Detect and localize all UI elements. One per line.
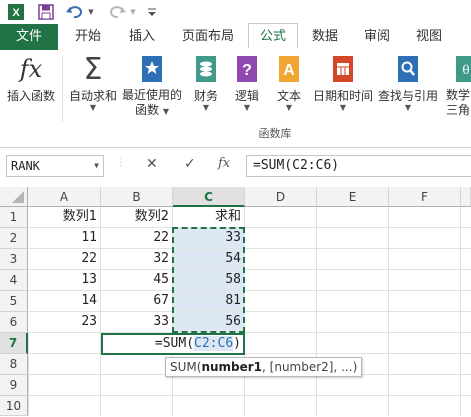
chevron-down-icon[interactable]: ▼ [94,156,99,176]
math-book-icon: θ [454,54,471,84]
chevron-down-icon: ▼ [243,103,251,112]
save-icon[interactable] [36,3,56,21]
cell-b1[interactable]: 数列2 [101,207,173,228]
undo-icon[interactable] [64,3,84,21]
tab-view[interactable]: 视图 [406,24,452,50]
tab-insert[interactable]: 插入 [118,24,166,50]
chevron-down-icon: ▼ [285,103,293,112]
tab-home[interactable]: 开始 [64,24,112,50]
excel-logo-icon[interactable]: X [6,3,26,21]
column-header-f[interactable]: F [389,187,461,207]
logical-button[interactable]: ? 逻辑 ▼ [228,54,266,112]
function-argument-tooltip[interactable]: SUM(number1, [number2], ...) [165,357,363,377]
column-header-c[interactable]: C [173,187,245,207]
ribbon-formulas: fx 插入函数 Σ 自动求和 ▼ 最近使用的 函数 ▼ 财务 ▼ ? 逻辑 ▼ A… [0,50,471,148]
column-header-a[interactable]: A [28,187,101,207]
group-label-function-library: 函数库 [258,127,292,140]
tab-file[interactable]: 文件 [0,24,58,50]
autosum-button[interactable]: Σ 自动求和 ▼ [64,51,122,112]
ribbon-tabs: 文件 开始 插入 页面布局 公式 数据 审阅 视图 [0,23,471,51]
svg-text:θ: θ [462,63,469,77]
row-header-10[interactable]: 10 [0,396,28,416]
cell-a2[interactable]: 11 [28,228,101,249]
formula-input[interactable]: =SUM(C2:C6) [246,155,471,177]
cell-c1[interactable]: 求和 [173,207,245,228]
chevron-down-icon: ▼ [202,103,210,112]
row-header-2[interactable]: 2 [0,228,28,249]
tab-formulas[interactable]: 公式 [248,23,298,49]
formula-text-prefix: =SUM( [154,336,195,351]
recently-used-button[interactable]: 最近使用的 函数 ▼ [120,54,184,119]
cell-b5[interactable]: 67 [101,291,173,312]
row-header-1[interactable]: 1 [0,207,28,228]
quick-access-toolbar: X ▼ ▼ [0,0,471,24]
column-header-g[interactable] [461,187,471,207]
date-time-button[interactable]: 日期和时间 ▼ [310,54,376,112]
column-header-d[interactable]: D [245,187,317,207]
row-header-4[interactable]: 4 [0,270,28,291]
lookup-reference-button[interactable]: 查找与引用 ▼ [376,54,440,112]
text-button[interactable]: A 文本 ▼ [270,54,308,112]
text-book-icon: A [274,54,304,84]
row-header-6[interactable]: 6 [0,312,28,333]
column-header-e[interactable]: E [317,187,389,207]
svg-text:?: ? [242,62,252,79]
name-box[interactable]: RANK ▼ [6,155,104,177]
redo-icon[interactable] [108,3,128,21]
tab-data[interactable]: 数据 [302,24,348,50]
chevron-down-icon: ▼ [89,103,97,112]
formula-text-suffix: ) [233,336,241,351]
undo-dropdown-icon[interactable]: ▼ [86,3,96,21]
sigma-icon: Σ [83,51,103,87]
svg-text:X: X [12,7,20,19]
spreadsheet-grid: A B C D E F 1 2 3 4 5 6 7 8 9 10 数列1 数列2… [0,187,471,416]
math-trig-button[interactable]: θ 数学三角函 [446,54,471,118]
chevron-down-icon: ▼ [404,103,412,112]
cell-b7-editing[interactable]: =SUM(C2:C6) [101,333,245,355]
cell-b2[interactable]: 22 [101,228,173,249]
formula-range-ref: C2:C6 [194,336,234,351]
grip-icon: ⋮ [116,157,126,168]
formula-bar: RANK ▼ ⋮ ✕ ✓ fx =SUM(C2:C6) [0,151,471,181]
row-header-9[interactable]: 9 [0,375,28,396]
tab-page-layout[interactable]: 页面布局 [172,24,244,50]
star-book-icon [137,54,167,84]
calendar-book-icon [328,54,358,84]
cell-b4[interactable]: 45 [101,270,173,291]
cell-b3[interactable]: 32 [101,249,173,270]
financial-button[interactable]: 财务 ▼ [186,54,226,112]
tab-review[interactable]: 审阅 [354,24,400,50]
enter-icon[interactable]: ✓ [184,156,196,172]
fx-icon: fx [19,55,43,83]
range-marquee [172,227,245,333]
select-all-corner[interactable] [0,187,28,207]
coins-book-icon [191,54,221,84]
cell-b6[interactable]: 33 [101,312,173,333]
magnifier-book-icon [393,54,423,84]
cell-a1[interactable]: 数列1 [28,207,101,228]
column-header-b[interactable]: B [101,187,173,207]
row-header-8[interactable]: 8 [0,354,28,375]
ribbon-separator [62,56,63,122]
insert-function-button[interactable]: fx 插入函数 [2,54,60,104]
svg-text:A: A [283,62,295,79]
customize-qat-icon[interactable] [146,3,158,21]
row-header-3[interactable]: 3 [0,249,28,270]
insert-function-icon[interactable]: fx [218,156,230,171]
question-book-icon: ? [232,54,262,84]
row-header-5[interactable]: 5 [0,291,28,312]
chevron-down-icon: ▼ [339,103,347,112]
cell-a4[interactable]: 13 [28,270,101,291]
redo-dropdown-icon[interactable]: ▼ [128,3,138,21]
cell-a6[interactable]: 23 [28,312,101,333]
row-header-7[interactable]: 7 [0,333,28,354]
cell-a5[interactable]: 14 [28,291,101,312]
name-box-value: RANK [11,159,40,173]
cancel-icon[interactable]: ✕ [146,156,158,172]
cell-a3[interactable]: 22 [28,249,101,270]
